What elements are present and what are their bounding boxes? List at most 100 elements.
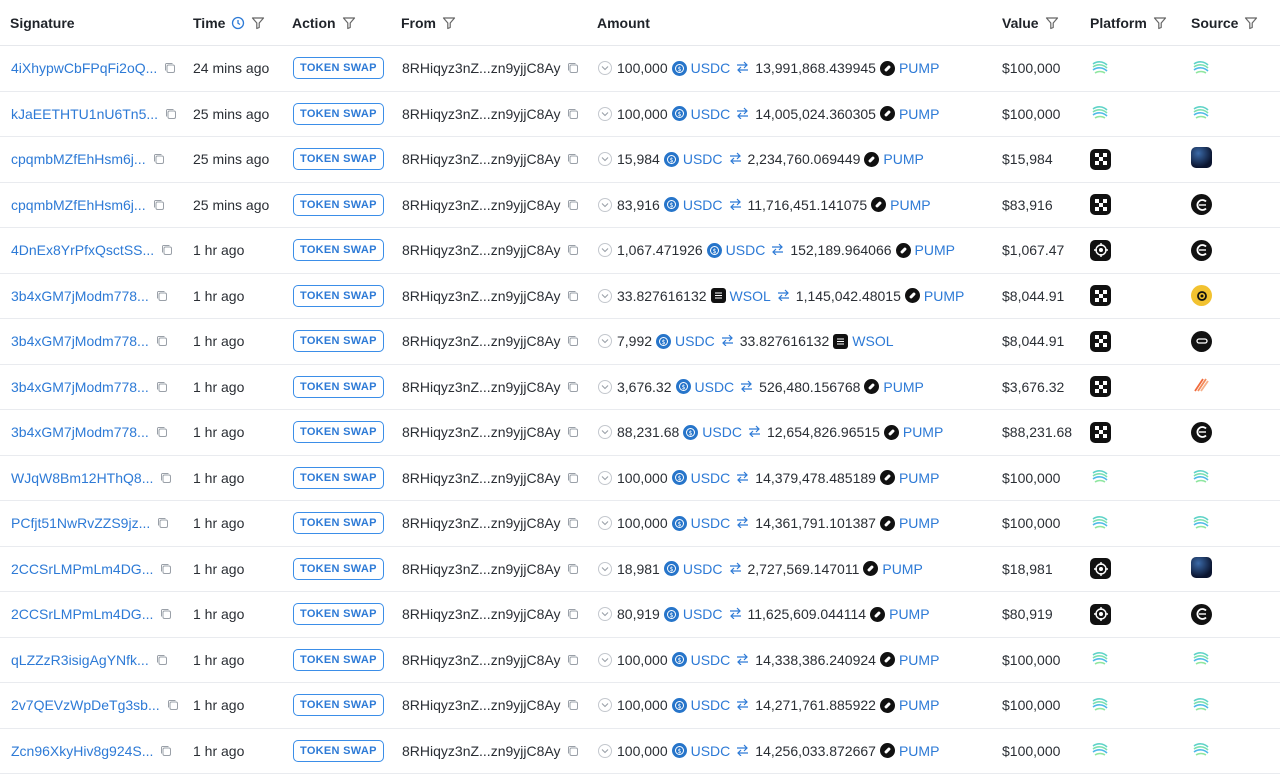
table-row[interactable]: PCfjt51NwRvZZS9jz... 1 hr ago TOKEN SWAP… [0, 501, 1280, 547]
signature-link[interactable]: 2CCSrLMPmLm4DG... [11, 606, 153, 622]
signature-link[interactable]: 3b4xGM7jModm778... [11, 379, 149, 395]
from-address[interactable]: 8RHiqyz3nZ...zn9yjjC8Ay [402, 288, 560, 304]
chevron-down-icon[interactable] [598, 243, 612, 258]
copy-icon[interactable] [567, 244, 579, 256]
chevron-down-icon[interactable] [598, 607, 612, 622]
chevron-down-icon[interactable] [598, 561, 612, 576]
signature-link[interactable]: 4DnEx8YrPfxQsctSS... [11, 242, 154, 258]
wave-icon[interactable] [1090, 694, 1110, 717]
token-out-link[interactable]: WSOL [852, 333, 893, 349]
copy-icon[interactable] [164, 62, 176, 74]
wave-icon[interactable] [1090, 739, 1110, 762]
copy-icon[interactable] [567, 654, 579, 666]
token-in-link[interactable]: USDC [691, 515, 731, 531]
copy-icon[interactable] [167, 699, 179, 711]
wave-icon[interactable] [1090, 648, 1110, 671]
chevron-down-icon[interactable] [598, 379, 612, 394]
copy-icon[interactable] [567, 381, 579, 393]
token-out-link[interactable]: PUMP [899, 743, 939, 759]
copy-icon[interactable] [160, 563, 172, 575]
action-badge[interactable]: TOKEN SWAP [293, 330, 384, 353]
copy-icon[interactable] [567, 608, 579, 620]
action-badge[interactable]: TOKEN SWAP [293, 603, 384, 626]
table-row[interactable]: 3b4xGM7jModm778... 1 hr ago TOKEN SWAP 8… [0, 274, 1280, 319]
chevron-down-icon[interactable] [598, 197, 612, 212]
copy-icon[interactable] [567, 153, 579, 165]
table-row[interactable]: cpqmbMZfEhHsm6j... 25 mins ago TOKEN SWA… [0, 183, 1280, 228]
sphere-icon[interactable] [1191, 556, 1212, 581]
stripes-icon[interactable] [1191, 375, 1211, 398]
from-address[interactable]: 8RHiqyz3nZ...zn9yjjC8Ay [402, 333, 560, 349]
copy-icon[interactable] [567, 517, 579, 529]
table-row[interactable]: 3b4xGM7jModm778... 1 hr ago TOKEN SWAP 8… [0, 319, 1280, 365]
token-in-link[interactable]: USDC [691, 697, 731, 713]
table-row[interactable]: kJaEETHTU1nU6Tn5... 25 mins ago TOKEN SW… [0, 92, 1280, 137]
chevron-down-icon[interactable] [598, 152, 612, 167]
chevron-down-icon[interactable] [598, 698, 612, 713]
chevron-down-icon[interactable] [598, 470, 612, 485]
table-row[interactable]: 4iXhypwCbFPqFi2oQ... 24 mins ago TOKEN S… [0, 46, 1280, 92]
token-out-link[interactable]: PUMP [883, 379, 923, 395]
target-icon[interactable] [1090, 558, 1111, 580]
signature-link[interactable]: kJaEETHTU1nU6Tn5... [11, 106, 158, 122]
signature-link[interactable]: qLZZzR3isigAgYNfk... [11, 652, 149, 668]
token-in-link[interactable]: USDC [695, 379, 735, 395]
copy-icon[interactable] [153, 153, 165, 165]
action-badge[interactable]: TOKEN SWAP [293, 148, 384, 171]
token-out-link[interactable]: PUMP [890, 197, 930, 213]
signature-link[interactable]: Zcn96XkyHiv8g924S... [11, 743, 153, 759]
action-badge[interactable]: TOKEN SWAP [293, 512, 384, 535]
chevron-down-icon[interactable] [598, 516, 612, 531]
token-out-link[interactable]: PUMP [899, 470, 939, 486]
chevron-down-icon[interactable] [598, 743, 612, 758]
token-in-link[interactable]: USDC [726, 242, 766, 258]
copy-icon[interactable] [160, 608, 172, 620]
signature-link[interactable]: WJqW8Bm12HThQ8... [11, 470, 153, 486]
copy-icon[interactable] [160, 472, 172, 484]
wave-icon[interactable] [1191, 57, 1211, 80]
token-out-link[interactable]: PUMP [924, 288, 964, 304]
copy-icon[interactable] [567, 563, 579, 575]
copy-icon[interactable] [567, 335, 579, 347]
wave-icon[interactable] [1191, 512, 1211, 535]
copy-icon[interactable] [567, 290, 579, 302]
signature-link[interactable]: cpqmbMZfEhHsm6j... [11, 151, 146, 167]
token-in-link[interactable]: WSOL [730, 288, 771, 304]
okx-icon[interactable] [1090, 285, 1111, 307]
chevron-down-icon[interactable] [598, 652, 612, 667]
filter-icon[interactable] [1045, 16, 1059, 30]
from-address[interactable]: 8RHiqyz3nZ...zn9yjjC8Ay [402, 242, 560, 258]
signature-link[interactable]: 3b4xGM7jModm778... [11, 424, 149, 440]
c-logo-icon[interactable] [1191, 603, 1212, 625]
from-address[interactable]: 8RHiqyz3nZ...zn9yjjC8Ay [402, 652, 560, 668]
from-address[interactable]: 8RHiqyz3nZ...zn9yjjC8Ay [402, 743, 560, 759]
from-address[interactable]: 8RHiqyz3nZ...zn9yjjC8Ay [402, 151, 560, 167]
from-address[interactable]: 8RHiqyz3nZ...zn9yjjC8Ay [402, 60, 560, 76]
copy-icon[interactable] [567, 62, 579, 74]
action-badge[interactable]: TOKEN SWAP [293, 239, 384, 262]
from-address[interactable]: 8RHiqyz3nZ...zn9yjjC8Ay [402, 197, 560, 213]
copy-icon[interactable] [156, 335, 168, 347]
action-badge[interactable]: TOKEN SWAP [293, 375, 384, 398]
from-address[interactable]: 8RHiqyz3nZ...zn9yjjC8Ay [402, 424, 560, 440]
okx-icon[interactable] [1090, 330, 1111, 352]
copy-icon[interactable] [567, 745, 579, 757]
copy-icon[interactable] [567, 426, 579, 438]
signature-link[interactable]: 3b4xGM7jModm778... [11, 288, 149, 304]
table-row[interactable]: 3b4xGM7jModm778... 1 hr ago TOKEN SWAP 8… [0, 365, 1280, 410]
c-logo-icon[interactable] [1191, 421, 1212, 443]
copy-icon[interactable] [156, 654, 168, 666]
from-address[interactable]: 8RHiqyz3nZ...zn9yjjC8Ay [402, 561, 560, 577]
copy-icon[interactable] [567, 108, 579, 120]
signature-link[interactable]: 2v7QEVzWpDeTg3sb... [11, 697, 160, 713]
table-row[interactable]: 4DnEx8YrPfxQsctSS... 1 hr ago TOKEN SWAP… [0, 228, 1280, 274]
token-out-link[interactable]: PUMP [899, 652, 939, 668]
token-out-link[interactable]: PUMP [899, 697, 939, 713]
table-row[interactable]: WJqW8Bm12HThQ8... 1 hr ago TOKEN SWAP 8R… [0, 456, 1280, 501]
copy-icon[interactable] [567, 199, 579, 211]
clock-icon[interactable] [231, 16, 245, 30]
token-out-link[interactable]: PUMP [882, 561, 922, 577]
c-logo-icon[interactable] [1191, 239, 1212, 261]
table-row[interactable]: 2v7QEVzWpDeTg3sb... 1 hr ago TOKEN SWAP … [0, 683, 1280, 729]
action-badge[interactable]: TOKEN SWAP [293, 466, 384, 489]
